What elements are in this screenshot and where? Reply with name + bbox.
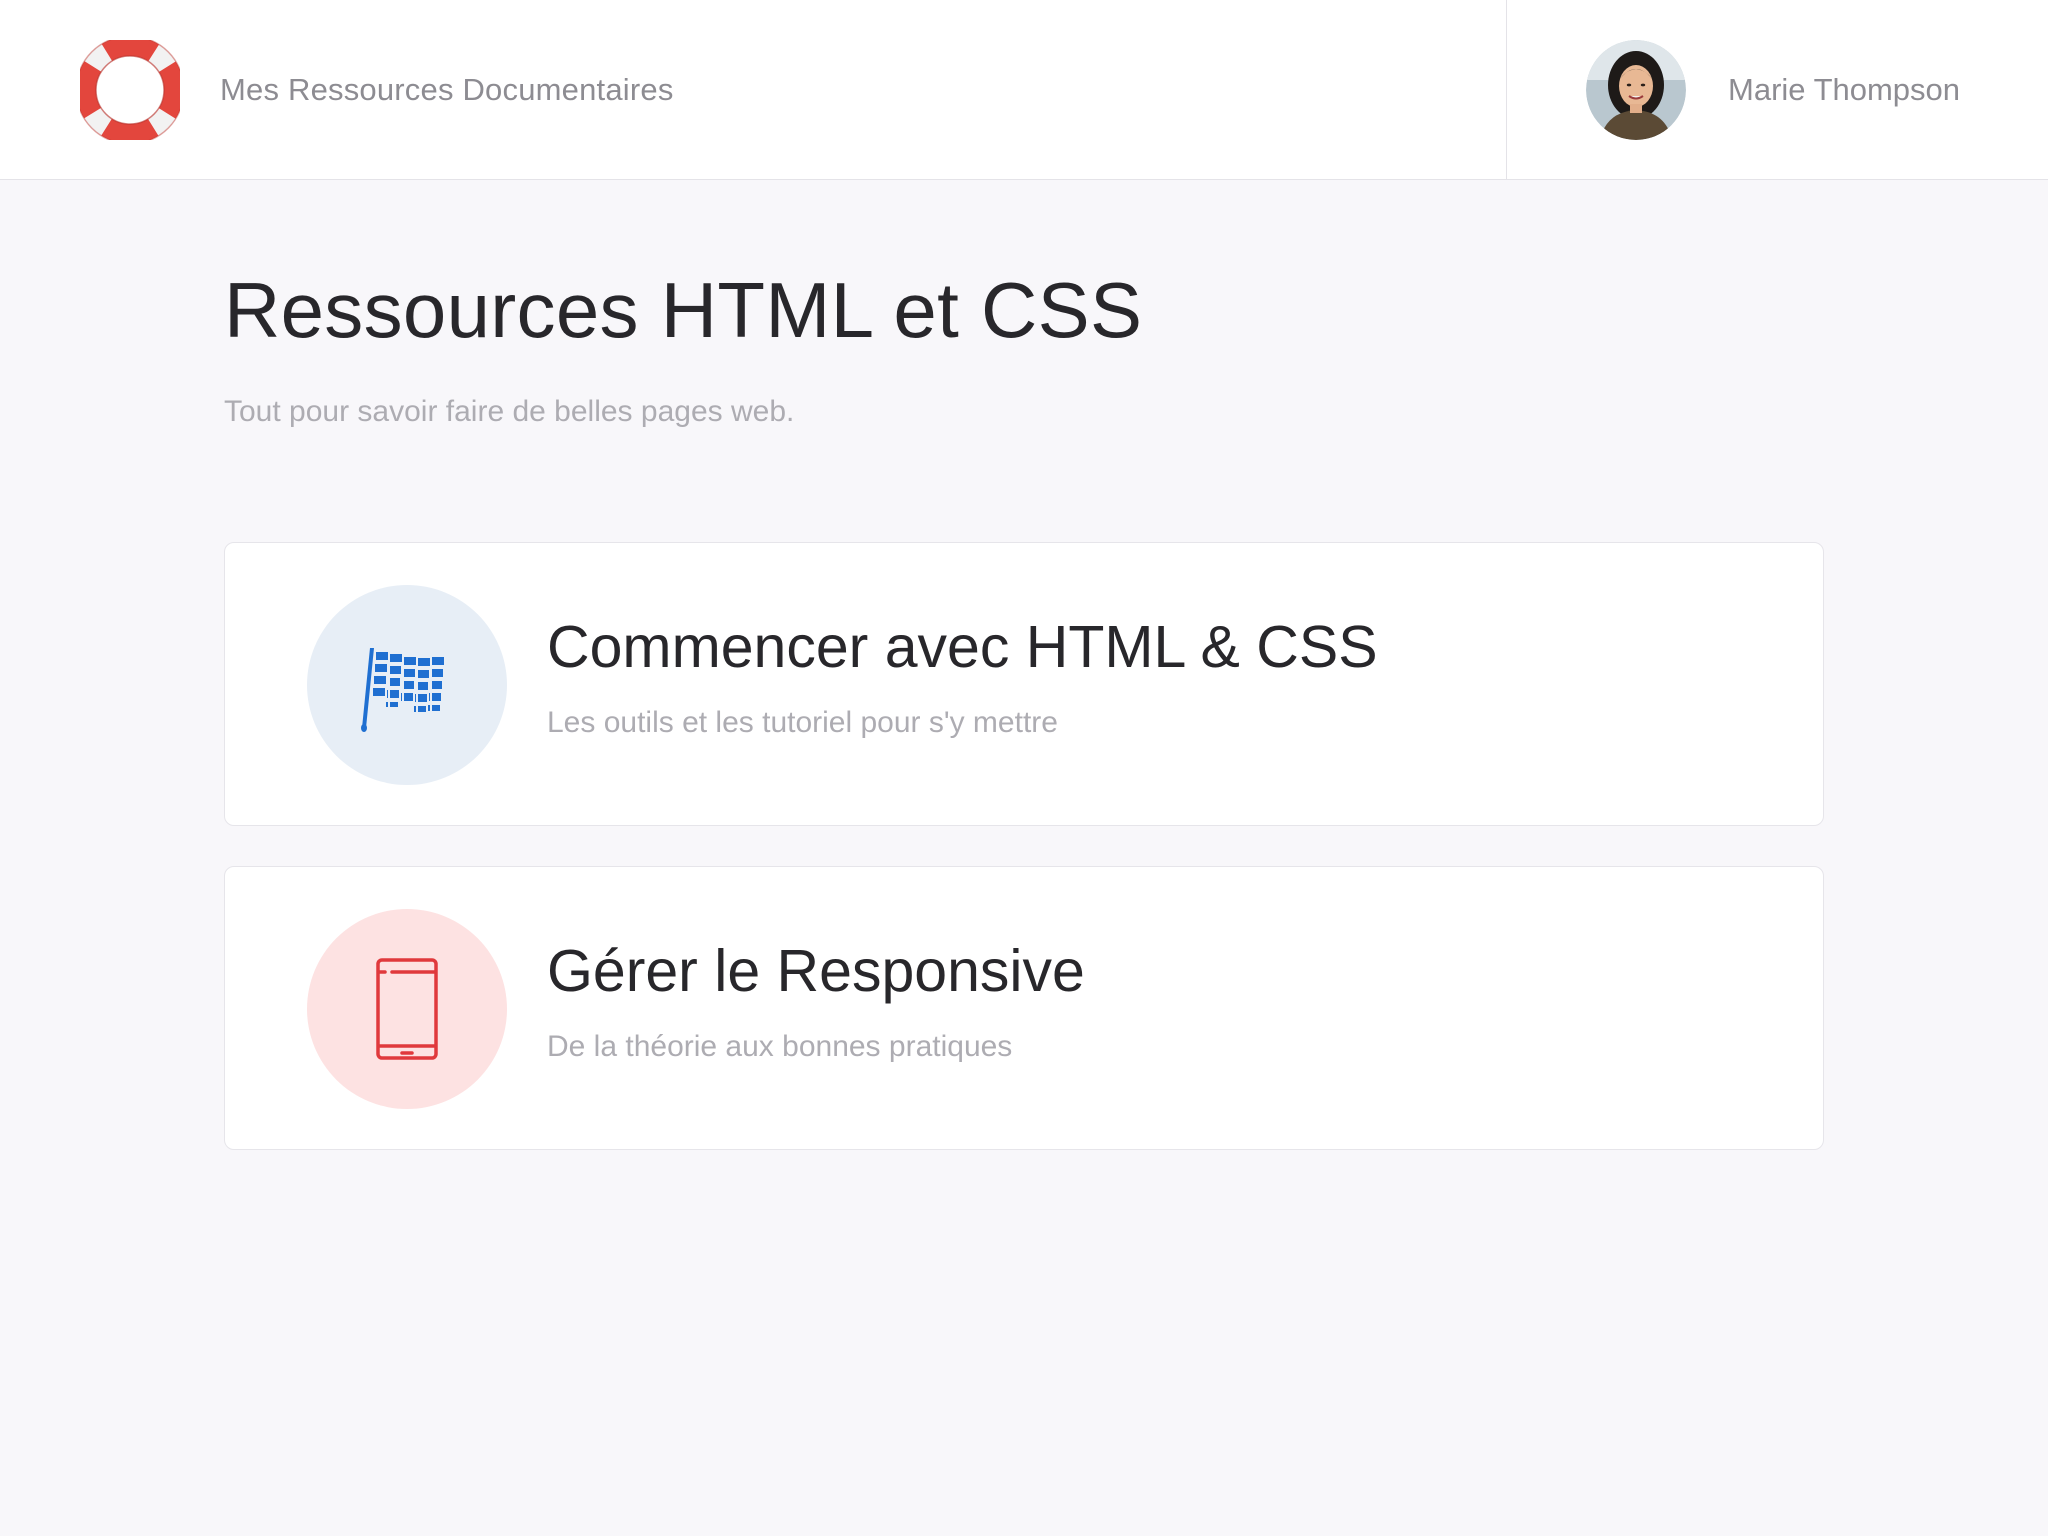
top-bar: Mes Ressources Documentaires Marie Thomp… [0,0,2048,180]
user-avatar [1586,40,1686,140]
resource-card-responsive[interactable]: Gérer le Responsive De la théorie aux bo… [224,866,1824,1150]
app-title: Mes Ressources Documentaires [220,72,674,107]
page-title: Ressources HTML et CSS [224,266,1143,354]
card-subtitle: Les outils et les tutoriel pour s'y mett… [547,706,1058,739]
card-title: Gérer le Responsive [547,938,1085,1004]
card-subtitle: De la théorie aux bonnes pratiques [547,1030,1013,1063]
resource-card-getting-started[interactable]: Commencer avec HTML & CSS Les outils et … [224,542,1824,826]
checkered-flag-icon [361,648,444,732]
user-menu[interactable]: Marie Thompson [1586,40,1960,140]
card-icon-circle [307,909,507,1109]
user-name: Marie Thompson [1728,72,1961,107]
header-divider [1506,0,1507,180]
lifebuoy-icon [80,40,180,140]
page-subtitle: Tout pour savoir faire de belles pages w… [224,395,795,428]
mobile-phone-icon [376,958,438,1060]
card-icon-circle [307,585,507,785]
brand-link[interactable]: Mes Ressources Documentaires [80,40,674,140]
card-title: Commencer avec HTML & CSS [547,614,1378,680]
